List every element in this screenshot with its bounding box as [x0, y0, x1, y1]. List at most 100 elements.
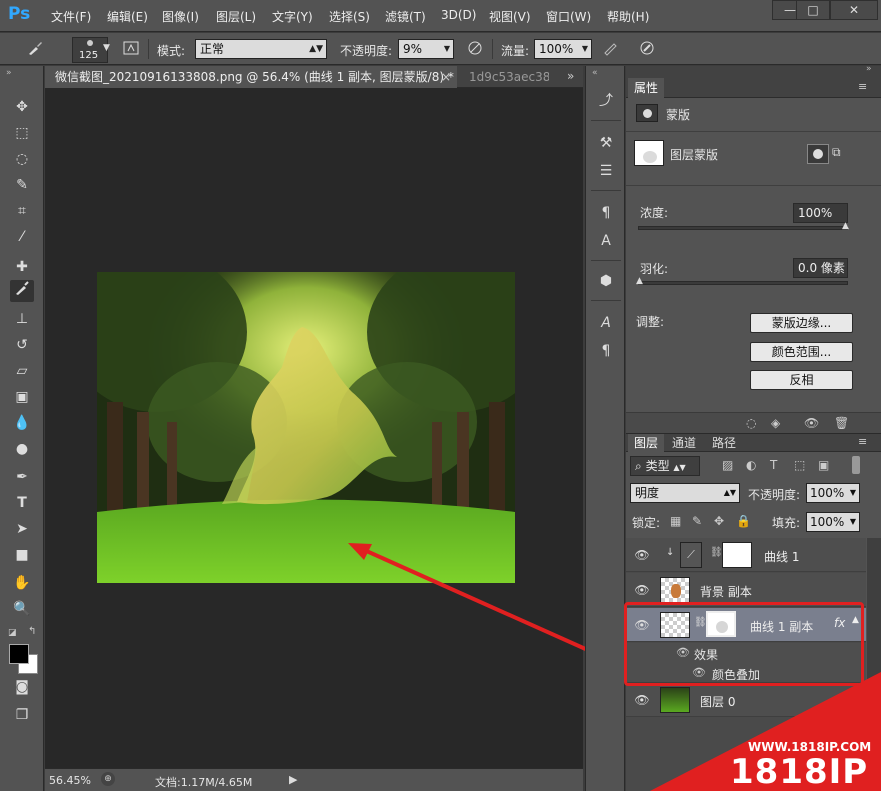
3d-panel-icon[interactable]: ⬢	[595, 270, 617, 292]
type-tool-icon[interactable]: T	[10, 492, 34, 514]
gradient-tool-icon[interactable]: ▣	[10, 386, 34, 408]
visibility-toggle-icon[interactable]: 👁	[804, 416, 819, 430]
healing-brush-tool-icon[interactable]: ✚	[10, 256, 34, 278]
tool-presets-icon[interactable]: ⚒	[595, 132, 617, 154]
eye-icon[interactable]: 👁	[634, 692, 650, 708]
menu-help[interactable]: 帮助(H)	[607, 8, 649, 25]
layer-row[interactable]: 👁 ↓ ⟋ ⛓ 曲线 1	[626, 538, 866, 572]
menu-type[interactable]: 文字(Y)	[272, 8, 313, 25]
invert-button[interactable]: 反相	[750, 370, 853, 390]
collapse-panels-icon[interactable]: »	[866, 64, 872, 74]
status-menu-arrow-icon[interactable]: ▶	[289, 773, 297, 786]
flow-input[interactable]: 100% ▼	[534, 39, 592, 59]
crop-tool-icon[interactable]: ⌗	[10, 200, 34, 222]
pixel-mask-button[interactable]	[807, 144, 829, 164]
adjustment-filter-icon[interactable]: ◐	[746, 458, 756, 472]
opacity-input[interactable]: 9% ▼	[398, 39, 454, 59]
menu-view[interactable]: 视图(V)	[489, 8, 531, 25]
default-colors-icon[interactable]: ◪	[8, 628, 17, 638]
airbrush-icon[interactable]	[600, 39, 622, 59]
share-icon[interactable]: ⊕	[101, 772, 115, 786]
lock-position-icon[interactable]: ✥	[714, 514, 724, 528]
layer-mask-thumbnail[interactable]	[722, 542, 752, 568]
document-tab-active[interactable]: 微信截图_20210916133808.png @ 56.4% (曲线 1 副本…	[45, 66, 457, 88]
dodge-tool-icon[interactable]: ●	[10, 438, 34, 460]
blur-tool-icon[interactable]: 💧	[10, 412, 34, 434]
rectangle-tool-icon[interactable]: ■	[10, 544, 34, 566]
pressure-size-icon[interactable]	[636, 39, 658, 59]
panel-menu-icon[interactable]: ≡	[858, 80, 867, 93]
chevron-down-icon[interactable]: ▼	[103, 43, 110, 53]
delete-mask-icon[interactable]: 🗑	[834, 416, 849, 430]
path-selection-tool-icon[interactable]: ➤	[10, 518, 34, 540]
vector-mask-button[interactable]: ⧉	[832, 145, 852, 163]
tab-channels[interactable]: 通道	[666, 434, 702, 452]
menu-select[interactable]: 选择(S)	[329, 8, 370, 25]
type-filter-icon[interactable]: T	[770, 458, 777, 472]
clone-stamp-tool-icon[interactable]: ⊥	[10, 308, 34, 330]
expand-dock-icon[interactable]: «	[592, 68, 598, 78]
menu-filter[interactable]: 滤镜(T)	[385, 8, 426, 25]
shape-filter-icon[interactable]: ⬚	[794, 458, 805, 472]
paragraph-panel-icon[interactable]: ¶	[595, 340, 617, 362]
mask-thumbnail[interactable]	[634, 140, 664, 166]
tab-properties[interactable]: 属性	[628, 78, 665, 98]
menu-window[interactable]: 窗口(W)	[546, 8, 591, 25]
slider-thumb-icon[interactable]: ▲	[842, 221, 849, 231]
menu-layer[interactable]: 图层(L)	[216, 8, 256, 25]
apply-mask-icon[interactable]: ◈	[771, 416, 780, 430]
pressure-opacity-icon[interactable]	[464, 39, 486, 59]
load-selection-icon[interactable]: ◌	[746, 416, 756, 430]
density-slider[interactable]	[638, 226, 848, 230]
eye-icon[interactable]: 👁	[634, 582, 650, 598]
panel-menu-icon[interactable]: ≡	[858, 435, 867, 448]
quick-select-tool-icon[interactable]: ✎	[10, 174, 34, 196]
eye-icon[interactable]: 👁	[634, 547, 650, 563]
zoom-tool-icon[interactable]: 🔍	[10, 598, 34, 620]
more-tabs-icon[interactable]: »	[567, 69, 574, 83]
character-styles-icon[interactable]: A	[595, 230, 617, 252]
foreground-color-swatch[interactable]	[9, 644, 29, 664]
move-tool-icon[interactable]: ✥	[10, 96, 34, 118]
close-window-button[interactable]: ✕	[830, 0, 878, 20]
paragraph-styles-icon[interactable]: ¶	[595, 202, 617, 224]
layer-opacity-input[interactable]: 100% ▼	[806, 483, 860, 503]
close-tab-icon[interactable]: ×	[441, 66, 451, 88]
menu-image[interactable]: 图像(I)	[162, 8, 199, 25]
marquee-tool-icon[interactable]: ⬚	[10, 122, 34, 144]
lock-all-icon[interactable]: 🔒	[736, 514, 751, 528]
mask-edge-button[interactable]: 蒙版边缘...	[750, 313, 853, 333]
zoom-level[interactable]: 56.45%	[49, 774, 91, 787]
hand-tool-icon[interactable]: ✋	[10, 572, 34, 594]
smart-object-filter-icon[interactable]: ▣	[818, 458, 829, 472]
screen-mode-icon[interactable]: ❐	[10, 704, 34, 726]
filter-toggle[interactable]	[852, 456, 860, 474]
quick-mask-icon[interactable]: ◙	[10, 676, 34, 698]
lasso-tool-icon[interactable]: ◌	[10, 148, 34, 170]
blend-mode-select[interactable]: 明度 ▲▼	[630, 483, 740, 503]
brush-panel-toggle-icon[interactable]	[120, 39, 142, 59]
history-brush-tool-icon[interactable]: ↺	[10, 334, 34, 356]
character-panel-icon[interactable]: A	[595, 312, 617, 334]
brush-tool-icon[interactable]	[10, 280, 34, 302]
maximize-button[interactable]: □	[796, 0, 830, 20]
document-tab-other[interactable]: 1d9c53aec387	[459, 66, 549, 88]
collapse-toolbar-icon[interactable]: »	[6, 68, 12, 78]
density-input[interactable]: 100%	[793, 203, 848, 223]
brush-tool-preset-icon[interactable]	[24, 39, 46, 59]
pixel-filter-icon[interactable]: ▨	[722, 458, 733, 472]
tab-layers[interactable]: 图层	[628, 434, 665, 452]
tab-paths[interactable]: 路径	[706, 434, 742, 452]
menu-edit[interactable]: 编辑(E)	[107, 8, 148, 25]
color-range-button[interactable]: 颜色范围...	[750, 342, 853, 362]
lock-transparent-icon[interactable]: ▦	[670, 514, 681, 528]
menu-3d[interactable]: 3D(D)	[441, 8, 476, 22]
history-panel-icon[interactable]: ⤴	[595, 90, 617, 112]
eyedropper-tool-icon[interactable]: ⁄	[10, 226, 34, 248]
lock-pixels-icon[interactable]: ✎	[692, 514, 702, 528]
fill-input[interactable]: 100% ▼	[806, 512, 860, 532]
feather-input[interactable]: 0.0 像素	[793, 258, 848, 278]
menu-file[interactable]: 文件(F)	[51, 8, 91, 25]
adjustments-panel-icon[interactable]: ☰	[595, 160, 617, 182]
eraser-tool-icon[interactable]: ▱	[10, 360, 34, 382]
